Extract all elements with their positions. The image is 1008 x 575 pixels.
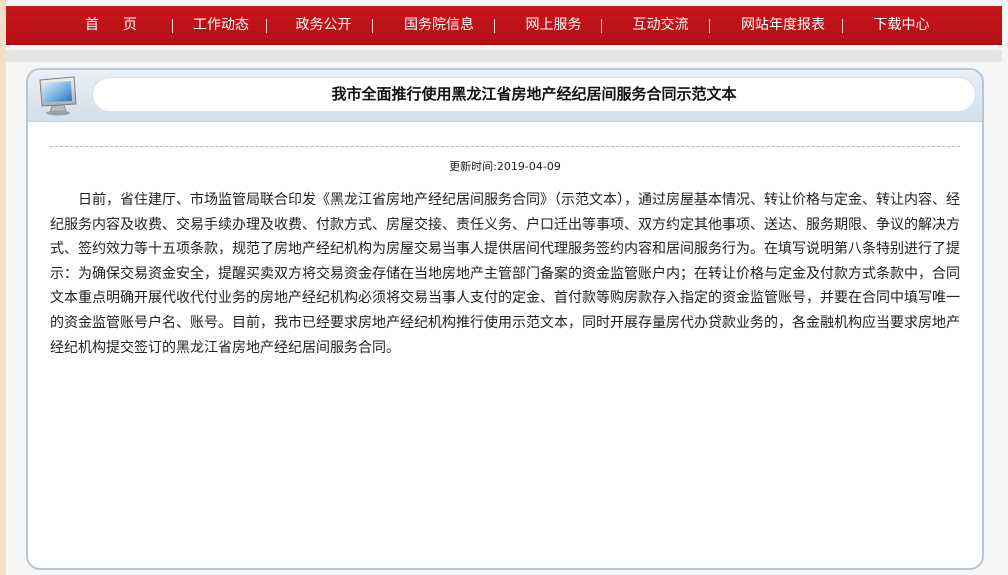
nav-item-state-council-info[interactable]: 国务院信息 <box>384 6 494 45</box>
nav-separator <box>172 19 173 33</box>
article-header: 我市全面推行使用黑龙江省房地产经纪居间服务合同示范文本 <box>28 70 982 122</box>
nav-separator <box>601 19 602 33</box>
nav-shadow-band <box>6 50 1002 62</box>
nav-separator <box>842 19 843 33</box>
nav-item-downloads[interactable]: 下载中心 <box>854 6 949 45</box>
nav-item-interaction[interactable]: 互动交流 <box>613 6 708 45</box>
nav-separator <box>266 19 267 33</box>
update-time-label: 更新时间: <box>449 160 497 173</box>
nav-item-online-services[interactable]: 网上服务 <box>506 6 601 45</box>
update-time: 更新时间:2019-04-09 <box>28 158 982 174</box>
nav-item-government-affairs[interactable]: 政务公开 <box>276 6 371 45</box>
nav-item-home[interactable]: 首页 <box>78 6 168 45</box>
article-body: 日前，省住建厅、市场监管局联合印发《黑龙江省房地产经纪居间服务合同》（示范文本）… <box>50 192 960 356</box>
nav-item-work-news[interactable]: 工作动态 <box>176 6 266 45</box>
nav-separator <box>372 19 373 33</box>
title-divider <box>50 146 960 147</box>
nav-separator <box>709 19 710 33</box>
monitor-icon <box>39 76 77 116</box>
top-nav-bar: 首页 工作动态 政务公开 国务院信息 网上服务 互动交流 网站年度报表 下载中心 <box>6 6 1002 45</box>
nav-item-annual-report[interactable]: 网站年度报表 <box>723 6 843 45</box>
update-time-value: 2019-04-09 <box>496 160 561 173</box>
article-panel: 我市全面推行使用黑龙江省房地产经纪居间服务合同示范文本 更新时间:2019-04… <box>26 68 984 570</box>
left-decor-strip <box>0 0 6 575</box>
nav-separator <box>494 19 495 33</box>
article-title: 我市全面推行使用黑龙江省房地产经纪居间服务合同示范文本 <box>92 77 976 112</box>
